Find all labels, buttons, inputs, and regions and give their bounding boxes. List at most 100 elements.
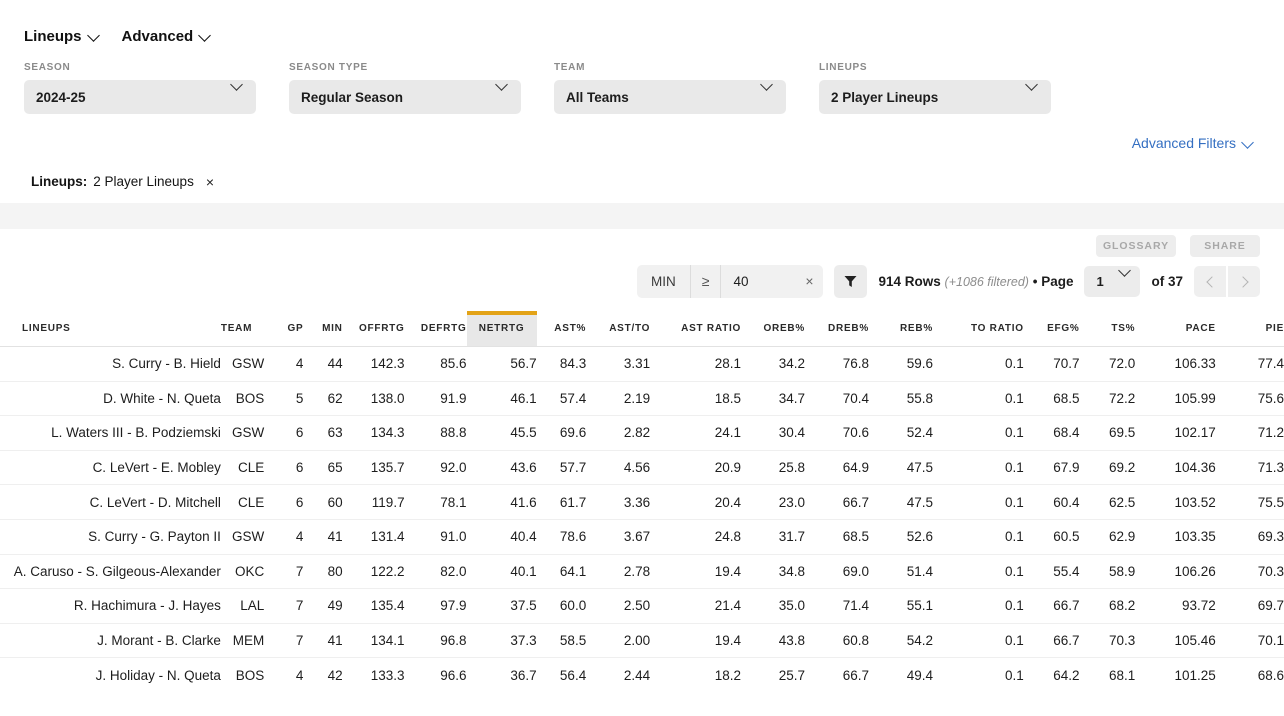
chevron-down-icon [1243,137,1254,148]
cell-gp: 6 [264,416,303,451]
filter-funnel-button[interactable] [834,265,867,298]
cell-pace: 105.99 [1135,381,1216,416]
cell-min: 80 [303,554,342,589]
column-header-lineups[interactable]: LINEUPS [0,313,221,347]
team-value: All Teams [566,90,629,105]
cell-efg-pct: 68.4 [1024,416,1080,451]
cell-dreb-pct: 76.8 [805,347,869,382]
cell-to-ratio: 0.1 [933,658,1024,693]
cell-min: 49 [303,589,342,624]
nav-item-advanced-label: Advanced [122,28,194,45]
cell-ts-pct: 68.1 [1080,658,1136,693]
chevron-down-icon [1027,79,1038,90]
rows-count: 914 Rows [878,274,940,289]
cell-min: 41 [303,623,342,658]
filter-chip-value: 2 Player Lineups [93,174,194,189]
nav-item-advanced[interactable]: Advanced [122,28,212,45]
glossary-button[interactable]: GLOSSARY [1096,235,1176,257]
min-filter-value-input[interactable]: 40 [721,265,795,298]
column-header-pace[interactable]: PACE [1135,313,1216,347]
lineups-select[interactable]: 2 Player Lineups [819,80,1051,114]
cell-team-link[interactable]: CLE [221,485,264,520]
cell-pace: 104.36 [1135,450,1216,485]
column-header-dreb-pct[interactable]: DREB% [805,313,869,347]
column-header-ts-pct[interactable]: TS% [1080,313,1136,347]
cell-lineup: D. White - N. Queta [0,381,221,416]
column-header-ast-pct[interactable]: AST% [537,313,587,347]
cell-gp: 7 [264,623,303,658]
cell-ast-to: 4.56 [586,450,650,485]
cell-min: 44 [303,347,342,382]
cell-ast-to: 2.82 [586,416,650,451]
column-header-offrtg[interactable]: OFFRTG [343,313,405,347]
close-icon[interactable]: × [206,175,214,189]
column-header-pie[interactable]: PIE [1216,313,1284,347]
cell-team-link[interactable]: GSW [221,416,264,451]
season-type-select[interactable]: Regular Season [289,80,521,114]
filter-group-season: SEASON 2024-25 [24,62,256,114]
cell-team-link[interactable]: BOS [221,658,264,693]
min-filter-operator[interactable]: ≥ [691,265,722,298]
cell-defrtg: 96.6 [405,658,467,693]
active-filters-row: Lineups: 2 Player Lineups × [0,151,1284,203]
cell-team-link[interactable]: LAL [221,589,264,624]
cell-defrtg: 96.8 [405,623,467,658]
advanced-filters-toggle[interactable]: Advanced Filters [1132,135,1254,151]
column-header-team[interactable]: TEAM [221,313,264,347]
cell-to-ratio: 0.1 [933,416,1024,451]
cell-team-link[interactable]: BOS [221,381,264,416]
column-header-defrtg[interactable]: DEFRTG [405,313,467,347]
cell-lineup: R. Hachimura - J. Hayes [0,589,221,624]
cell-efg-pct: 60.4 [1024,485,1080,520]
cell-offrtg: 134.1 [343,623,405,658]
filter-group-team: TEAM All Teams [554,62,786,114]
column-header-to-ratio[interactable]: TO RATIO [933,313,1024,347]
cell-min: 41 [303,519,342,554]
cell-ast-to: 3.31 [586,347,650,382]
cell-team-link[interactable]: CLE [221,450,264,485]
clear-min-filter-icon[interactable]: × [795,265,823,298]
cell-ast-ratio: 18.2 [650,658,741,693]
section-divider [0,203,1284,229]
cell-team-link[interactable]: GSW [221,347,264,382]
nav-item-lineups-label: Lineups [24,28,82,45]
column-header-oreb-pct[interactable]: OREB% [741,313,805,347]
share-button[interactable]: SHARE [1190,235,1260,257]
cell-netrtg: 36.7 [467,658,537,693]
cell-netrtg: 56.7 [467,347,537,382]
table-row: C. LeVert - D. MitchellCLE660119.778.141… [0,485,1284,520]
cell-team-link[interactable]: GSW [221,519,264,554]
season-type-label: SEASON TYPE [289,62,521,73]
cell-ast-ratio: 21.4 [650,589,741,624]
nav-item-lineups[interactable]: Lineups [24,28,100,45]
cell-team-link[interactable]: MEM [221,623,264,658]
column-header-min[interactable]: MIN [303,313,342,347]
cell-pace: 102.17 [1135,416,1216,451]
cell-ts-pct: 62.9 [1080,519,1136,554]
cell-reb-pct: 54.2 [869,623,933,658]
next-page-button[interactable] [1228,266,1260,297]
cell-reb-pct: 59.6 [869,347,933,382]
cell-dreb-pct: 70.4 [805,381,869,416]
column-header-ast-to[interactable]: AST/TO [586,313,650,347]
column-header-gp[interactable]: GP [264,313,303,347]
cell-team-link[interactable]: OKC [221,554,264,589]
previous-page-button[interactable] [1194,266,1226,297]
lineups-value: 2 Player Lineups [831,90,938,105]
column-header-netrtg[interactable]: NETRTG [467,313,537,347]
cell-ast-to: 3.36 [586,485,650,520]
cell-dreb-pct: 71.4 [805,589,869,624]
cell-to-ratio: 0.1 [933,485,1024,520]
cell-to-ratio: 0.1 [933,554,1024,589]
column-header-ast-ratio[interactable]: AST RATIO [650,313,741,347]
page-select[interactable]: 1 [1084,266,1140,297]
season-select[interactable]: 2024-25 [24,80,256,114]
column-header-efg-pct[interactable]: EFG% [1024,313,1080,347]
min-filter-field[interactable]: MIN [637,265,691,298]
column-header-reb-pct[interactable]: REB% [869,313,933,347]
cell-oreb-pct: 31.7 [741,519,805,554]
cell-lineup: L. Waters III - B. Podziemski [0,416,221,451]
team-select[interactable]: All Teams [554,80,786,114]
cell-offrtg: 133.3 [343,658,405,693]
filter-chip-lineups: Lineups: 2 Player Lineups × [31,174,214,189]
